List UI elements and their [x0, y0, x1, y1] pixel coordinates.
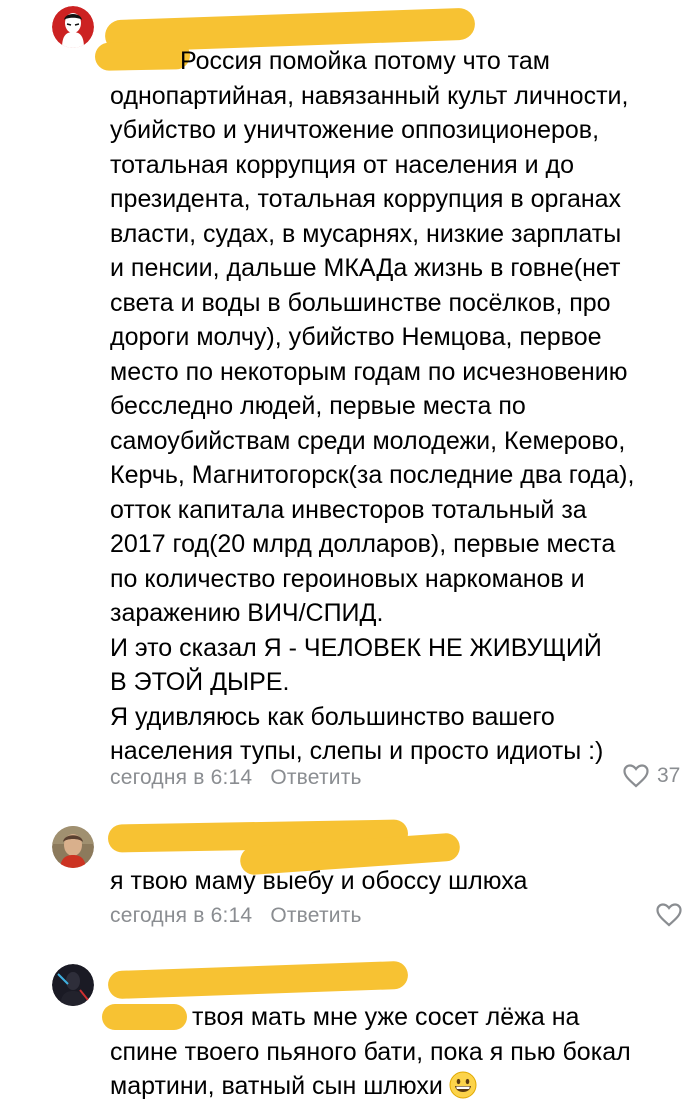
- comment-1: Россия помойка потому что там однопартий…: [0, 0, 700, 800]
- comment-text: Россия помойка потому что там однопартий…: [110, 47, 635, 765]
- comment-meta: сегодня в 6:14 Ответить: [110, 904, 362, 928]
- like-button[interactable]: 37: [623, 764, 680, 788]
- comment-time: сегодня в 6:14: [110, 766, 253, 789]
- like-count: 37: [657, 764, 681, 787]
- grinning-face-emoji: [449, 1071, 477, 1099]
- reply-button[interactable]: Ответить: [270, 766, 361, 789]
- reply-button[interactable]: Ответить: [270, 904, 361, 927]
- like-button[interactable]: [656, 903, 690, 927]
- comment-text: я твою маму выебу и обоссу шлюха: [110, 867, 528, 895]
- redacted-author-name: [107, 960, 409, 1000]
- heart-icon: [623, 764, 649, 788]
- comment-meta: сегодня в 6:14 Ответить: [110, 766, 362, 790]
- comment-time: сегодня в 6:14: [110, 904, 253, 927]
- masked-face-avatar-icon[interactable]: [52, 6, 94, 48]
- heart-icon: [656, 903, 682, 927]
- comment-text-body: твоя мать мне уже сосет лёжа на спине тв…: [110, 1003, 631, 1100]
- comment-text: твоя мать мне уже сосет лёжа на спине тв…: [110, 1000, 695, 1104]
- photo-avatar-icon[interactable]: [52, 826, 94, 868]
- dark-figure-avatar-icon[interactable]: [52, 964, 94, 1006]
